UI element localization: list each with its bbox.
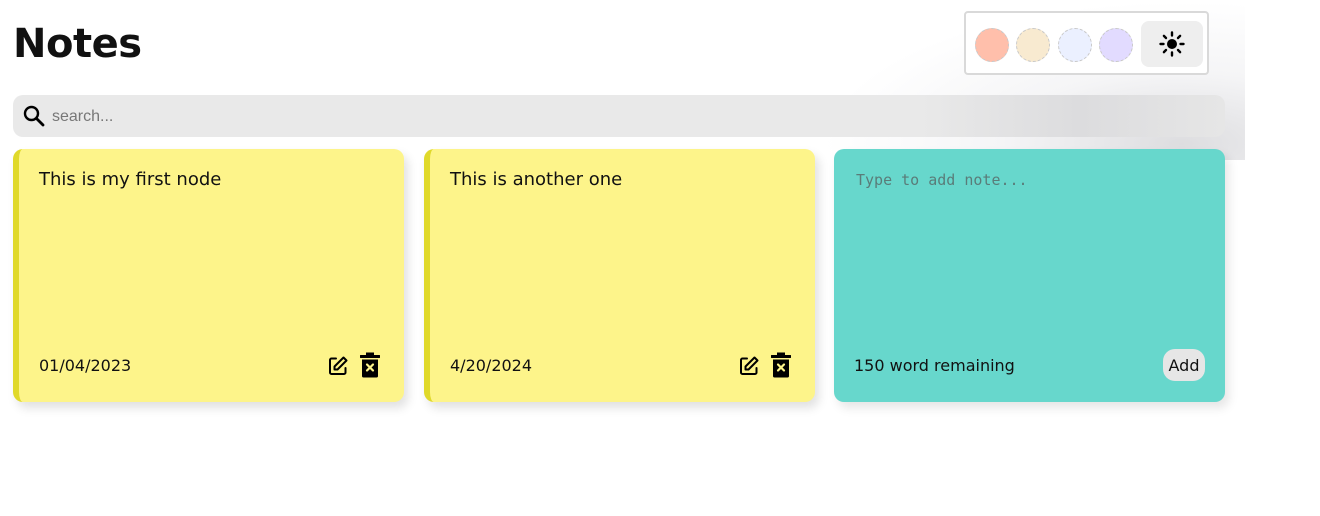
color-palette — [964, 11, 1209, 75]
edit-icon[interactable] — [738, 355, 760, 377]
new-note-textarea[interactable] — [854, 169, 1208, 333]
note-date: 4/20/2024 — [450, 356, 533, 375]
words-remaining: 150 word remaining — [854, 356, 1015, 375]
sun-icon — [1159, 31, 1185, 57]
note-text: This is my first node — [39, 169, 222, 190]
swatch-peach[interactable] — [975, 28, 1009, 62]
note-card: This is my first node 01/04/2023 — [13, 149, 404, 402]
search-bar — [13, 95, 1225, 137]
note-date: 01/04/2023 — [39, 356, 132, 375]
note-card: This is another one 4/20/2024 — [424, 149, 815, 402]
new-note-card: 150 word remaining Add — [834, 149, 1225, 402]
add-note-button[interactable]: Add — [1163, 349, 1205, 381]
theme-toggle-button[interactable] — [1141, 21, 1203, 67]
search-input[interactable] — [50, 101, 1214, 133]
swatch-lavender[interactable] — [1099, 28, 1133, 62]
search-icon — [23, 105, 45, 127]
trash-icon[interactable] — [359, 352, 381, 378]
edit-icon[interactable] — [327, 355, 349, 377]
notes-app: Notes search... This is my first node 01… — [0, 0, 1320, 516]
page-title: Notes — [13, 21, 142, 67]
trash-icon[interactable] — [770, 352, 792, 378]
swatch-light-blue[interactable] — [1058, 28, 1092, 62]
swatch-cream[interactable] — [1016, 28, 1050, 62]
note-text: This is another one — [450, 169, 623, 190]
